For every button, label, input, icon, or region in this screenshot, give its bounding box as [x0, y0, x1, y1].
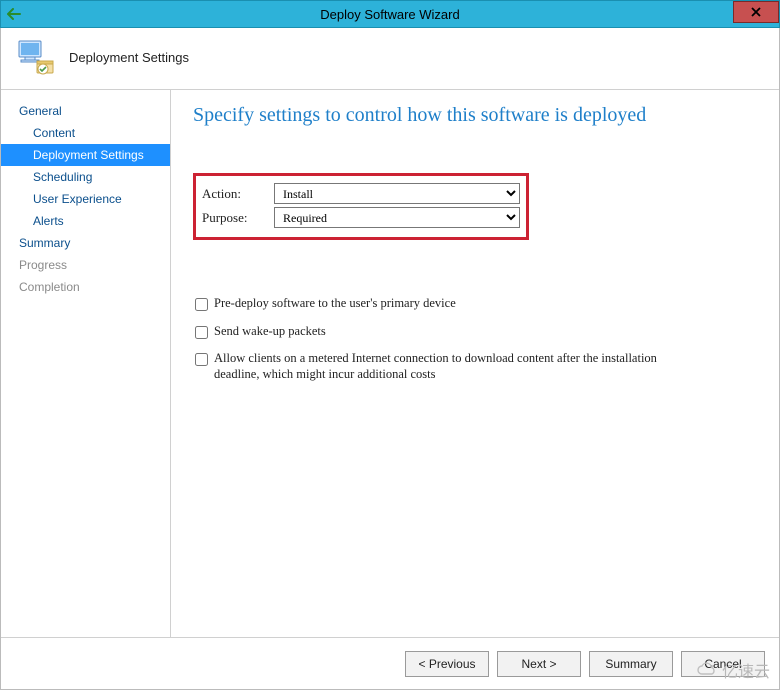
wizard-body: Deployment Settings GeneralContentDeploy… [0, 28, 780, 690]
purpose-select[interactable]: Required [274, 207, 520, 228]
previous-button[interactable]: < Previous [405, 651, 489, 677]
sidebar-item-alerts[interactable]: Alerts [1, 210, 170, 232]
window-title: Deploy Software Wizard [1, 7, 779, 22]
close-button[interactable] [733, 1, 779, 23]
purpose-row: Purpose: Required [202, 207, 520, 228]
checkbox-2[interactable] [195, 353, 208, 366]
back-arrow-icon[interactable] [1, 1, 27, 27]
action-select[interactable]: Install [274, 183, 520, 204]
checkbox-0[interactable] [195, 298, 208, 311]
titlebar: Deploy Software Wizard [0, 0, 780, 28]
checkbox-label: Send wake-up packets [214, 324, 326, 340]
checkbox-row: Pre-deploy software to the user's primar… [195, 296, 675, 312]
checkbox-1[interactable] [195, 326, 208, 339]
sidebar-item-progress: Progress [1, 254, 170, 276]
summary-button[interactable]: Summary [589, 651, 673, 677]
checkbox-label: Allow clients on a metered Internet conn… [214, 351, 675, 382]
page-title: Deployment Settings [69, 50, 189, 65]
next-button[interactable]: Next > [497, 651, 581, 677]
action-row: Action: Install [202, 183, 520, 204]
checkbox-row: Send wake-up packets [195, 324, 675, 340]
page-heading: Specify settings to control how this sof… [193, 104, 757, 127]
purpose-label: Purpose: [202, 210, 274, 226]
checkbox-label: Pre-deploy software to the user's primar… [214, 296, 456, 312]
content-row: GeneralContentDeployment SettingsSchedul… [1, 90, 779, 637]
sidebar-item-general[interactable]: General [1, 100, 170, 122]
highlighted-settings-group: Action: Install Purpose: Required [193, 173, 529, 240]
sidebar-item-summary[interactable]: Summary [1, 232, 170, 254]
action-label: Action: [202, 186, 274, 202]
sidebar-item-content[interactable]: Content [1, 122, 170, 144]
cancel-button[interactable]: Cancel [681, 651, 765, 677]
sidebar-item-completion: Completion [1, 276, 170, 298]
sidebar-item-deployment-settings[interactable]: Deployment Settings [1, 144, 170, 166]
sidebar-item-user-experience[interactable]: User Experience [1, 188, 170, 210]
sidebar-item-scheduling[interactable]: Scheduling [1, 166, 170, 188]
wizard-header: Deployment Settings [1, 28, 779, 90]
sidebar: GeneralContentDeployment SettingsSchedul… [1, 90, 171, 637]
main-panel: Specify settings to control how this sof… [171, 90, 779, 637]
checkbox-row: Allow clients on a metered Internet conn… [195, 351, 675, 382]
button-bar: < Previous Next > Summary Cancel [1, 637, 779, 689]
deployment-icon [15, 37, 57, 79]
